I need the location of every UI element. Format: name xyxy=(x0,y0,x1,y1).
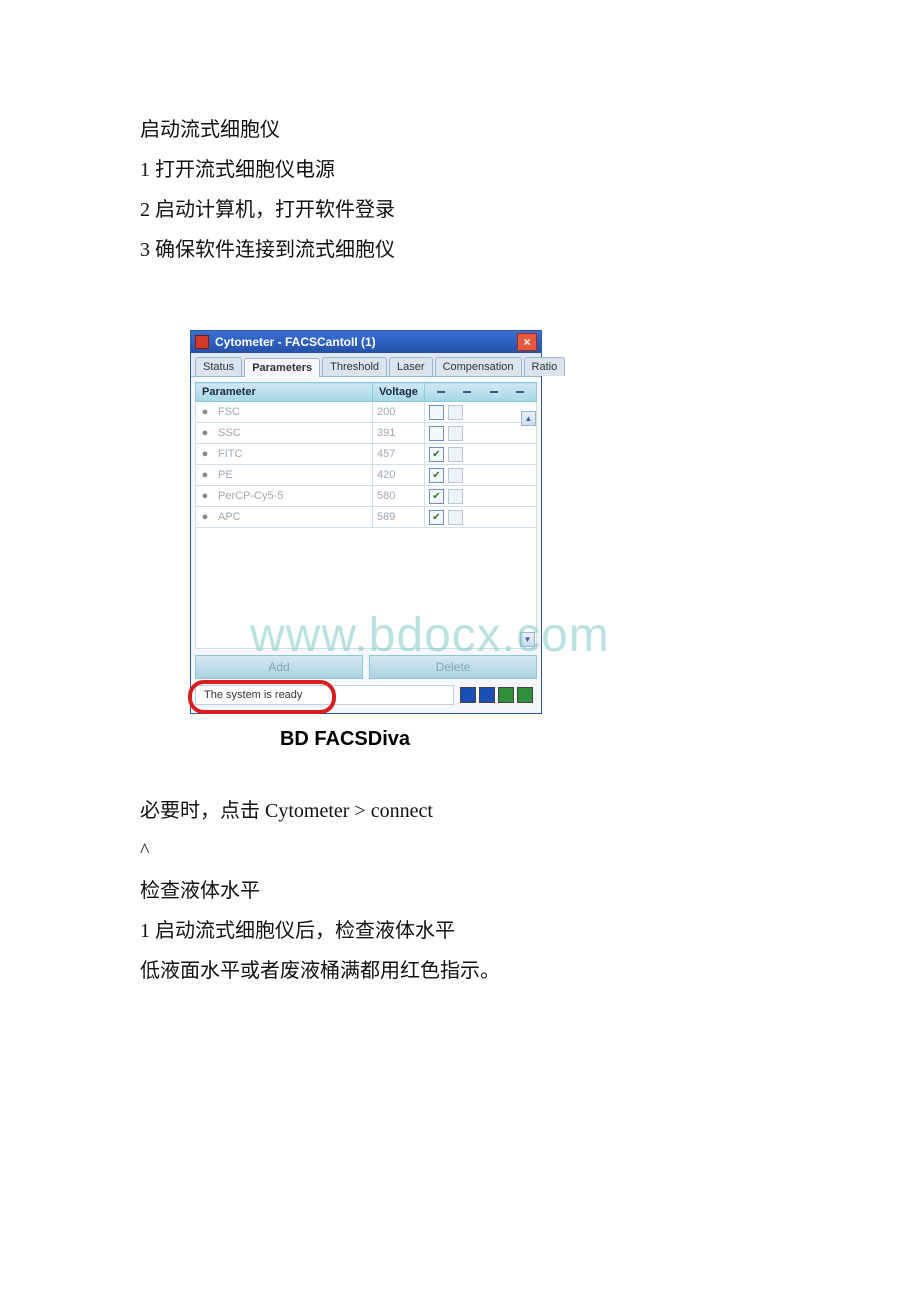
tab-laser[interactable]: Laser xyxy=(389,357,433,376)
status-text-label: The system is ready xyxy=(204,689,302,701)
table-row[interactable]: ● SSC xyxy=(196,423,537,444)
voltage-input[interactable] xyxy=(377,469,415,481)
row-dropdown[interactable] xyxy=(448,468,463,483)
row-marker: ● xyxy=(196,486,215,507)
row-dropdown[interactable] xyxy=(448,405,463,420)
paragraph: 3 确保软件连接到流式细胞仪 xyxy=(140,230,780,270)
table-row[interactable]: ● PerCP-Cy5-5 xyxy=(196,486,537,507)
tab-status[interactable]: Status xyxy=(195,357,242,376)
paragraph: 启动流式细胞仪 xyxy=(140,110,780,150)
paragraph: 必要时，点击 Cytometer > connect xyxy=(140,791,780,831)
voltage-input[interactable] xyxy=(377,490,415,502)
status-indicators xyxy=(460,687,537,703)
flag-header-icon xyxy=(463,391,471,393)
log-checkbox[interactable] xyxy=(429,489,444,504)
column-header-voltage: Voltage xyxy=(373,383,425,402)
row-marker: ● xyxy=(196,402,215,423)
delete-button[interactable]: Delete xyxy=(369,655,537,679)
voltage-input[interactable] xyxy=(377,448,415,460)
parameter-name: APC xyxy=(214,507,373,528)
table-row[interactable]: ● APC xyxy=(196,507,537,528)
parameter-name: SSC xyxy=(214,423,373,444)
paragraph: ^ xyxy=(140,831,780,871)
tab-strip: Status Parameters Threshold Laser Compen… xyxy=(191,353,541,377)
row-dropdown[interactable] xyxy=(448,447,463,462)
table-empty-area: ▼ xyxy=(195,528,537,649)
log-checkbox[interactable] xyxy=(429,510,444,525)
row-marker: ● xyxy=(196,444,215,465)
row-marker: ● xyxy=(196,465,215,486)
column-header-flags xyxy=(424,383,536,402)
scroll-down-button[interactable]: ▼ xyxy=(520,632,535,647)
voltage-input[interactable] xyxy=(377,427,415,439)
app-icon xyxy=(195,335,209,349)
paragraph: 检查液体水平 xyxy=(140,871,780,911)
row-marker: ● xyxy=(196,507,215,528)
parameters-panel: ▲ Parameter Voltage xyxy=(191,377,541,713)
status-indicator xyxy=(460,687,476,703)
parameters-table: Parameter Voltage xyxy=(195,382,537,528)
parameter-name: PerCP-Cy5-5 xyxy=(214,486,373,507)
tab-parameters[interactable]: Parameters xyxy=(244,358,320,377)
paragraph: 2 启动计算机，打开软件登录 xyxy=(140,190,780,230)
table-row[interactable]: ● FITC xyxy=(196,444,537,465)
status-bar: The system is ready xyxy=(195,685,537,709)
paragraph: 1 打开流式细胞仪电源 xyxy=(140,150,780,190)
flag-header-icon xyxy=(437,391,445,393)
window-title: Cytometer - FACSCantoII (1) xyxy=(215,335,517,349)
voltage-input[interactable] xyxy=(377,511,415,523)
table-row[interactable]: ● FSC xyxy=(196,402,537,423)
row-dropdown[interactable] xyxy=(448,510,463,525)
scroll-up-button[interactable]: ▲ xyxy=(521,411,536,426)
row-dropdown[interactable] xyxy=(448,489,463,504)
tab-compensation[interactable]: Compensation xyxy=(435,357,522,376)
row-dropdown[interactable] xyxy=(448,426,463,441)
close-button[interactable]: × xyxy=(517,333,537,351)
status-indicator xyxy=(498,687,514,703)
parameter-name: FITC xyxy=(214,444,373,465)
table-row[interactable]: ● PE xyxy=(196,465,537,486)
log-checkbox[interactable] xyxy=(429,447,444,462)
parameter-name: PE xyxy=(214,465,373,486)
status-text: The system is ready xyxy=(195,685,454,705)
column-header-parameter: Parameter xyxy=(196,383,373,402)
flag-header-icon xyxy=(490,391,498,393)
paragraph: 1 启动流式细胞仪后，检查液体水平 xyxy=(140,911,780,951)
figure-caption: BD FACSDiva xyxy=(150,728,540,751)
flag-header-icon xyxy=(516,391,524,393)
log-checkbox[interactable] xyxy=(429,405,444,420)
window-titlebar: Cytometer - FACSCantoII (1) × xyxy=(191,331,541,353)
log-checkbox[interactable] xyxy=(429,468,444,483)
status-indicator xyxy=(517,687,533,703)
cytometer-window-screenshot: Cytometer - FACSCantoII (1) × Status Par… xyxy=(190,330,540,751)
parameter-name: FSC xyxy=(214,402,373,423)
add-button[interactable]: Add xyxy=(195,655,363,679)
voltage-input[interactable] xyxy=(377,406,415,418)
paragraph: 低液面水平或者废液桶满都用红色指示。 xyxy=(140,951,780,991)
status-indicator xyxy=(479,687,495,703)
tab-threshold[interactable]: Threshold xyxy=(322,357,387,376)
cytometer-window: Cytometer - FACSCantoII (1) × Status Par… xyxy=(190,330,542,714)
log-checkbox[interactable] xyxy=(429,426,444,441)
tab-ratio[interactable]: Ratio xyxy=(524,357,566,376)
row-marker: ● xyxy=(196,423,215,444)
